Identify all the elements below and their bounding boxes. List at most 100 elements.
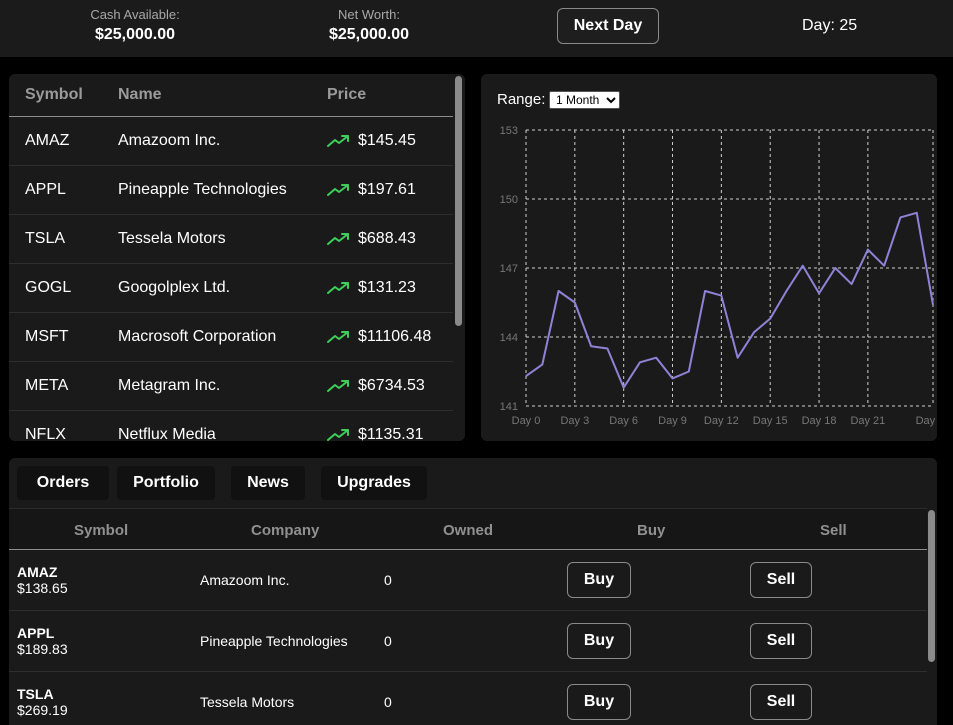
stock-symbol: APPL [25, 181, 66, 198]
top-bar: Cash Available: $25,000.00 Net Worth: $2… [0, 0, 953, 57]
y-tick-label: 147 [500, 263, 518, 275]
column-header-buy: Buy [637, 522, 666, 539]
stock-list-scrollbar[interactable] [455, 76, 462, 326]
y-tick-label: 144 [500, 332, 518, 344]
tab-upgrades[interactable]: Upgrades [321, 466, 427, 500]
cash-stat: Cash Available: $25,000.00 [75, 7, 195, 44]
stock-price: $1135.31 [358, 426, 424, 441]
price-chart-panel: Range: 1 Month 141 144 147 150 153 Day 0 Day 3… [481, 74, 937, 441]
trending-up-icon [327, 134, 351, 153]
stock-price: $11106.48 [358, 328, 432, 345]
stock-symbol: NFLX [25, 426, 66, 441]
portfolio-symbol: TSLA [17, 686, 54, 702]
stock-list-panel: Symbol Name Price AMAZ Amazoom Inc. $145.4… [9, 74, 465, 441]
portfolio-owned: 0 [384, 694, 392, 710]
column-header-owned: Owned [443, 522, 494, 539]
portfolio-row: TSLA $269.19 Tessela Motors 0 Buy Sell [9, 672, 927, 725]
x-tick-label: Day 3 [560, 415, 589, 427]
sell-button[interactable]: Sell [750, 562, 812, 598]
portfolio-scrollbar[interactable] [928, 510, 935, 662]
networth-stat: Net Worth: $25,000.00 [309, 7, 429, 44]
portfolio-company: Tessela Motors [200, 694, 295, 710]
x-tick-label: Day 21 [850, 415, 885, 427]
stock-price: $131.23 [358, 279, 416, 296]
portfolio-company: Pineapple Technologies [200, 633, 348, 649]
stock-symbol: MSFT [25, 328, 69, 345]
trending-up-icon [327, 232, 351, 251]
stock-price: $197.61 [358, 181, 416, 198]
trending-up-icon [327, 183, 351, 202]
tab-news[interactable]: News [231, 466, 305, 500]
stock-row[interactable]: APPL Pineapple Technologies $197.61 [9, 166, 453, 215]
tab-orders[interactable]: Orders [17, 466, 109, 500]
next-day-button[interactable]: Next Day [557, 8, 659, 44]
stock-name: Pineapple Technologies [118, 181, 287, 198]
buy-button[interactable]: Buy [567, 623, 631, 659]
stock-row[interactable]: META Metagram Inc. $6734.53 [9, 362, 453, 411]
y-tick-label: 141 [500, 401, 518, 413]
x-tick-label: Day 18 [802, 415, 837, 427]
trending-up-icon [327, 428, 351, 441]
portfolio-owned: 0 [384, 633, 392, 649]
x-tick-label: Day 6 [609, 415, 638, 427]
column-header-price: Price [327, 86, 367, 103]
column-header-name: Name [118, 86, 162, 103]
price-line [525, 211, 934, 389]
portfolio-company: Amazoom Inc. [200, 572, 290, 588]
column-header-symbol: Symbol [74, 522, 129, 539]
buy-button[interactable]: Buy [567, 562, 631, 598]
column-header-symbol: Symbol [25, 86, 83, 103]
portfolio-symbol: AMAZ [17, 564, 58, 580]
x-tick-label: Day 0 [512, 415, 541, 427]
x-tick-label: Day 9 [658, 415, 687, 427]
portfolio-header: Symbol Company Owned Buy Sell [9, 508, 927, 550]
x-tick-label: Day 15 [753, 415, 788, 427]
stock-name: Metagram Inc. [118, 377, 221, 394]
stock-price: $145.45 [358, 132, 416, 149]
day-counter: Day: 25 [802, 17, 858, 34]
stock-list-header: Symbol Name Price [9, 74, 453, 117]
price-line-chart: 141 144 147 150 153 Day 0 Day 3 Day 6 Day 9 Day 1… [500, 125, 937, 427]
stock-name: Tessela Motors [118, 230, 226, 247]
sell-button[interactable]: Sell [750, 684, 812, 720]
trending-up-icon [327, 281, 351, 300]
tab-portfolio[interactable]: Portfolio [117, 466, 215, 500]
portfolio-row: AMAZ $138.65 Amazoom Inc. 0 Buy Sell [9, 550, 927, 611]
sell-button[interactable]: Sell [750, 623, 812, 659]
stock-name: Macrosoft Corporation [118, 328, 277, 345]
portfolio-price: $138.65 [17, 580, 68, 596]
portfolio-row: APPL $189.83 Pineapple Technologies 0 Buy Sel… [9, 611, 927, 672]
stock-symbol: AMAZ [25, 132, 70, 149]
stock-symbol: TSLA [25, 230, 66, 247]
portfolio-price: $269.19 [17, 702, 68, 718]
stock-row[interactable]: AMAZ Amazoom Inc. $145.45 [9, 117, 453, 166]
x-tick-label: Day 12 [704, 415, 739, 427]
stock-price: $6734.53 [358, 377, 425, 394]
stock-name: Googolplex Ltd. [118, 279, 231, 296]
stock-row[interactable]: GOGL Googolplex Ltd. $131.23 [9, 264, 453, 313]
column-header-sell: Sell [820, 522, 847, 539]
stock-price: $688.43 [358, 230, 416, 247]
portfolio-symbol: APPL [17, 625, 55, 641]
buy-button[interactable]: Buy [567, 684, 631, 720]
stock-row[interactable]: TSLA Tessela Motors $688.43 [9, 215, 453, 264]
bottom-panel: Orders Portfolio News Upgrades Symbol Co… [9, 458, 937, 725]
stock-name: Netflux Media [118, 426, 216, 441]
stock-symbol: GOGL [25, 279, 72, 296]
column-header-company: Company [251, 522, 320, 539]
stock-name: Amazoom Inc. [118, 132, 221, 149]
portfolio-owned: 0 [384, 572, 392, 588]
y-tick-label: 150 [500, 194, 518, 206]
trending-up-icon [327, 379, 351, 398]
trending-up-icon [327, 330, 351, 349]
stock-row[interactable]: NFLX Netflux Media $1135.31 [9, 411, 453, 441]
cash-label: Cash Available: [90, 7, 180, 22]
x-tick-label: Day 25 [916, 415, 937, 427]
networth-value: $25,000.00 [328, 26, 410, 43]
stock-row[interactable]: MSFT Macrosoft Corporation $11106.48 [9, 313, 453, 362]
stock-list: AMAZ Amazoom Inc. $145.45 APPL Pineapple Tec… [9, 117, 453, 441]
y-tick-label: 153 [500, 125, 518, 137]
networth-label: Net Worth: [338, 7, 400, 22]
portfolio-price: $189.83 [17, 641, 68, 657]
stock-symbol: META [25, 377, 69, 394]
